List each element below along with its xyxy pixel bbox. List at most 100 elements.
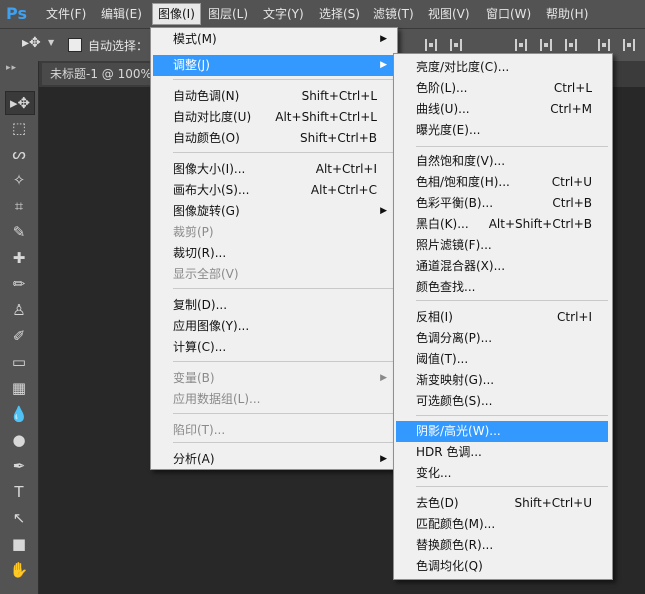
- image-menu-item-3[interactable]: 自动对比度(U) Alt+Shift+Ctrl+L: [153, 107, 393, 128]
- menu-item-label: 黑白(K)...: [416, 217, 469, 231]
- adjust-menu-item-17[interactable]: HDR 色调...: [396, 442, 608, 463]
- adjust-menu-item-12[interactable]: 色调分离(P)...: [396, 328, 608, 349]
- history-brush-tool-icon[interactable]: ✐: [5, 325, 33, 347]
- menubar-item-8[interactable]: 窗口(W): [481, 4, 536, 24]
- adjust-menu-item-2[interactable]: 曲线(U)... Ctrl+M: [396, 99, 608, 120]
- menu-item-label: 裁剪(P): [173, 225, 214, 239]
- align-center-icon[interactable]: [450, 39, 462, 51]
- auto-select-checkbox[interactable]: [68, 38, 82, 52]
- distribute-left-icon[interactable]: [598, 39, 610, 51]
- gradient-tool-icon[interactable]: ▦: [5, 377, 33, 399]
- menu-separator: [173, 442, 393, 443]
- lasso-tool-icon[interactable]: ᔕ: [5, 143, 33, 165]
- healing-brush-tool-icon[interactable]: ✚: [5, 247, 33, 269]
- marquee-tool-icon[interactable]: ⬚: [5, 117, 33, 139]
- clone-stamp-tool-icon[interactable]: ♙: [5, 299, 33, 321]
- distribute-bottom-icon[interactable]: [565, 39, 577, 51]
- image-menu-item-11[interactable]: 复制(D)...: [153, 295, 393, 316]
- image-menu-item-9[interactable]: 裁切(R)...: [153, 243, 393, 264]
- image-menu-item-5[interactable]: 图像大小(I)... Alt+Ctrl+I: [153, 159, 393, 180]
- brush-tool-icon[interactable]: ✏: [5, 273, 33, 295]
- adjust-menu-item-21[interactable]: 替换颜色(R)...: [396, 535, 608, 556]
- adjust-menu-item-11[interactable]: 反相(I) Ctrl+I: [396, 307, 608, 328]
- adjust-menu-item-0[interactable]: 亮度/对比度(C)...: [396, 57, 608, 78]
- menu-separator: [173, 413, 393, 414]
- move-tool-icon[interactable]: ▸✥: [22, 35, 41, 51]
- adjust-menu-item-15[interactable]: 可选颜色(S)...: [396, 391, 608, 412]
- adjust-menu-item-6[interactable]: 色彩平衡(B)... Ctrl+B: [396, 193, 608, 214]
- adjust-menu-item-20[interactable]: 匹配颜色(M)...: [396, 514, 608, 535]
- document-tab[interactable]: 未标题-1 @ 100%: [42, 63, 160, 85]
- menu-item-label: 模式(M): [173, 32, 217, 46]
- adjust-menu-item-18[interactable]: 变化...: [396, 463, 608, 484]
- adjust-menu-item-14[interactable]: 渐变映射(G)...: [396, 370, 608, 391]
- adjust-menu-item-10[interactable]: 颜色查找...: [396, 277, 608, 298]
- adjust-menu-item-16[interactable]: 阴影/高光(W)...: [396, 421, 608, 442]
- type-tool-icon[interactable]: T: [5, 481, 33, 503]
- menu-item-label: 可选颜色(S)...: [416, 394, 493, 408]
- menu-item-label: 自动颜色(O): [173, 131, 240, 145]
- image-menu-item-0[interactable]: 模式(M) ▶: [153, 29, 393, 50]
- eyedropper-tool-icon[interactable]: ✎: [5, 221, 33, 243]
- path-selection-tool-icon[interactable]: ↖: [5, 507, 33, 529]
- image-menu-item-7[interactable]: 图像旋转(G) ▶: [153, 201, 393, 222]
- image-menu-item-17[interactable]: 分析(A) ▶: [153, 449, 393, 470]
- crop-tool-icon[interactable]: ⌗: [5, 195, 33, 217]
- adjust-menu-item-1[interactable]: 色阶(L)... Ctrl+L: [396, 78, 608, 99]
- adjust-menu-item-8[interactable]: 照片滤镜(F)...: [396, 235, 608, 256]
- distribute-right-icon[interactable]: [623, 39, 635, 51]
- submenu-arrow-icon: ▶: [380, 34, 387, 44]
- image-menu-item-2[interactable]: 自动色调(N) Shift+Ctrl+L: [153, 86, 393, 107]
- rectangle-tool-icon[interactable]: ■: [5, 533, 33, 555]
- magic-wand-tool-icon[interactable]: ✧: [5, 169, 33, 191]
- move-tool-icon[interactable]: ▸✥: [5, 91, 35, 115]
- menubar-item-3[interactable]: 图层(L): [203, 4, 253, 24]
- collapse-panel-icon[interactable]: ▸▸: [6, 63, 17, 73]
- adjust-menu-item-9[interactable]: 通道混合器(X)...: [396, 256, 608, 277]
- eraser-tool-icon[interactable]: ▭: [5, 351, 33, 373]
- menu-item-shortcut: Alt+Shift+Ctrl+B: [488, 217, 592, 231]
- menubar-item-5[interactable]: 选择(S): [314, 4, 365, 24]
- menu-item-label: 替换颜色(R)...: [416, 538, 494, 552]
- image-menu-item-6[interactable]: 画布大小(S)... Alt+Ctrl+C: [153, 180, 393, 201]
- chevron-down-icon[interactable]: ▼: [48, 38, 54, 47]
- image-menu-item-16: 陷印(T)...: [153, 420, 393, 441]
- distribute-center-icon[interactable]: [540, 39, 552, 51]
- menu-item-label: 画布大小(S)...: [173, 183, 250, 197]
- adjust-menu-item-13[interactable]: 阈值(T)...: [396, 349, 608, 370]
- menu-separator: [173, 288, 393, 289]
- dodge-tool-icon[interactable]: ●: [5, 429, 33, 451]
- adjust-menu-item-5[interactable]: 色相/饱和度(H)... Ctrl+U: [396, 172, 608, 193]
- menu-item-label: 色彩平衡(B)...: [416, 196, 494, 210]
- menubar-item-2[interactable]: 图像(I): [152, 3, 201, 25]
- hand-tool-icon[interactable]: ✋: [5, 559, 33, 581]
- blur-tool-icon[interactable]: 💧: [5, 403, 33, 425]
- distribute-top-icon[interactable]: [515, 39, 527, 51]
- menu-item-shortcut: Shift+Ctrl+U: [514, 496, 592, 510]
- adjust-menu-item-19[interactable]: 去色(D) Shift+Ctrl+U: [396, 493, 608, 514]
- menubar-item-9[interactable]: 帮助(H): [541, 4, 593, 24]
- adjust-menu-item-3[interactable]: 曝光度(E)...: [396, 120, 608, 141]
- adjust-menu-item-4[interactable]: 自然饱和度(V)...: [396, 151, 608, 172]
- menu-item-label: 反相(I): [416, 310, 453, 324]
- adjust-menu-item-7[interactable]: 黑白(K)... Alt+Shift+Ctrl+B: [396, 214, 608, 235]
- menu-separator: [173, 152, 393, 153]
- image-menu-item-13[interactable]: 计算(C)...: [153, 337, 393, 358]
- menu-item-label: 亮度/对比度(C)...: [416, 60, 510, 74]
- menubar-item-7[interactable]: 视图(V): [423, 4, 475, 24]
- align-left-icon[interactable]: [425, 39, 437, 51]
- adjust-menu-item-22[interactable]: 色调均化(Q): [396, 556, 608, 577]
- menubar-item-4[interactable]: 文字(Y): [258, 4, 309, 24]
- image-menu-item-4[interactable]: 自动颜色(O) Shift+Ctrl+B: [153, 128, 393, 149]
- menu-item-shortcut: Alt+Ctrl+C: [310, 183, 377, 197]
- pen-tool-icon[interactable]: ✒: [5, 455, 33, 477]
- menubar-item-6[interactable]: 滤镜(T): [368, 4, 419, 24]
- image-menu-item-1[interactable]: 调整(J) ▶: [153, 55, 393, 76]
- menu-item-label: 渐变映射(G)...: [416, 373, 495, 387]
- image-menu: 模式(M) ▶ 调整(J) ▶ 自动色调(N) Shift+Ctrl+L 自动对比度(U) A…: [150, 27, 398, 470]
- menubar-item-0[interactable]: 文件(F): [41, 4, 91, 24]
- menu-item-shortcut: Ctrl+U: [551, 175, 592, 189]
- menubar-item-1[interactable]: 编辑(E): [96, 4, 147, 24]
- menu-item-label: 调整(J): [173, 58, 210, 72]
- image-menu-item-12[interactable]: 应用图像(Y)...: [153, 316, 393, 337]
